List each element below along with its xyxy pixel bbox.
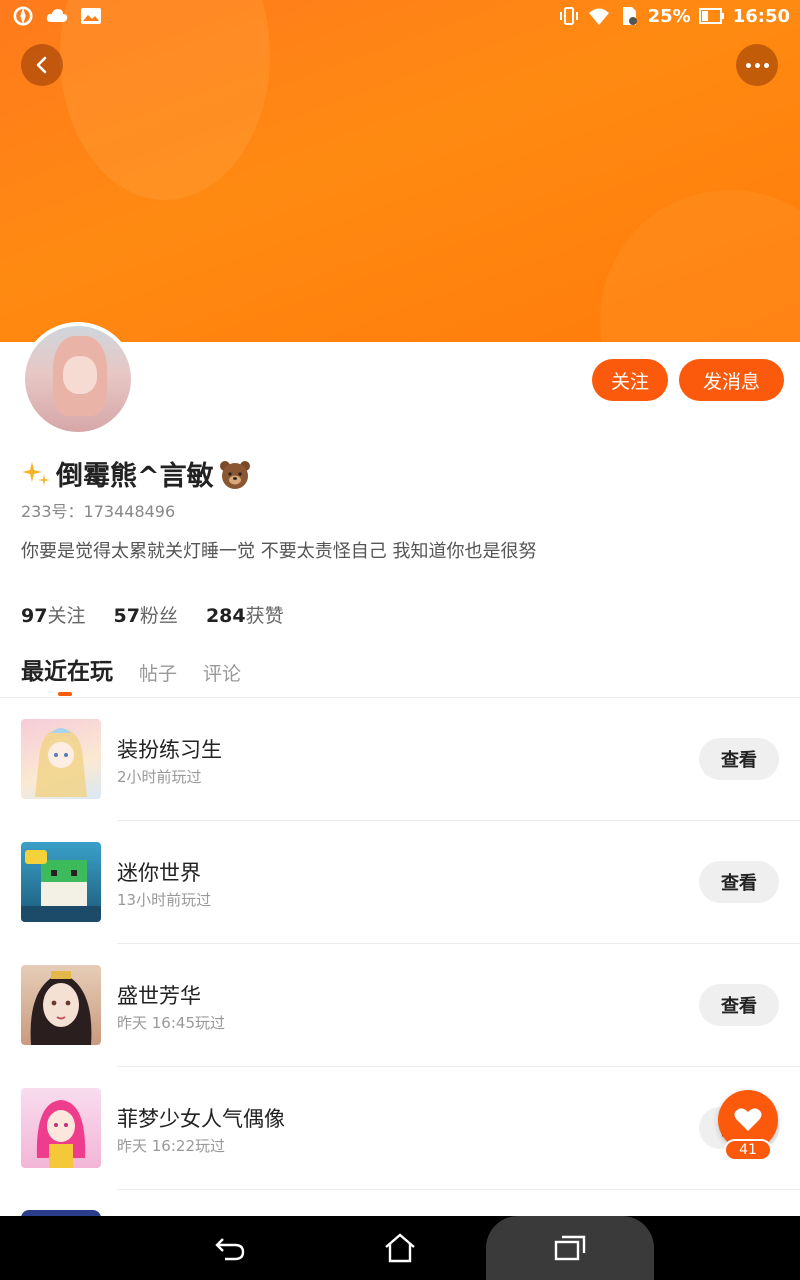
profile-stats: 97关注 57粉丝 284获赞 — [21, 601, 284, 628]
cloud-icon — [46, 9, 68, 22]
following-stat[interactable]: 97关注 — [21, 601, 85, 628]
tab-indicator — [58, 692, 72, 696]
list-item[interactable]: 迷你世界 13小时前玩过 查看 — [0, 821, 800, 944]
banner-decoration — [600, 190, 800, 342]
recents-icon — [554, 1235, 586, 1261]
game-thumbnail — [21, 965, 101, 1045]
profile-banner — [0, 0, 800, 342]
tab-posts[interactable]: 帖子 — [139, 659, 177, 686]
send-message-button[interactable]: 发消息 — [679, 359, 784, 401]
recent-games-list: 装扮练习生 2小时前玩过 查看 迷你世界 13小时前玩过 查看 盛世芳华 昨天 … — [0, 698, 800, 1190]
game-title: 盛世芳华 — [117, 984, 201, 1008]
following-label: 关注 — [47, 605, 86, 627]
avatar[interactable] — [21, 322, 135, 436]
nickname: 倒霉熊^言敏 — [20, 454, 252, 493]
battery-percent: 25% — [647, 5, 691, 27]
tab-recently-played[interactable]: 最近在玩 — [21, 652, 113, 686]
vibrate-icon — [559, 7, 578, 25]
sim-icon — [622, 7, 637, 25]
divider — [117, 1189, 800, 1190]
nickname-text: 倒霉熊^言敏 — [56, 461, 214, 492]
nav-recents-button[interactable] — [548, 1226, 592, 1270]
played-time: 2小时前玩过 — [117, 768, 202, 786]
more-button[interactable] — [736, 44, 778, 86]
following-count: 97 — [21, 605, 48, 627]
back-button[interactable] — [21, 44, 63, 86]
avatar-image — [25, 326, 131, 432]
bear-face-icon — [219, 460, 250, 489]
likes-count: 284 — [205, 605, 246, 627]
game-thumbnail — [21, 842, 101, 922]
sparkle-icon — [22, 461, 50, 486]
heart-icon — [734, 1108, 762, 1131]
tab-comments[interactable]: 评论 — [203, 659, 241, 686]
followers-label: 粉丝 — [139, 605, 178, 627]
image-icon — [81, 8, 101, 24]
game-title: 装扮练习生 — [117, 738, 222, 762]
wifi-icon — [588, 8, 609, 25]
followers-stat[interactable]: 57粉丝 — [113, 601, 177, 628]
like-count-badge: 41 — [724, 1139, 772, 1161]
nav-home-button[interactable] — [378, 1226, 422, 1270]
view-button[interactable]: 查看 — [699, 984, 779, 1026]
game-title: 迷你世界 — [117, 861, 201, 885]
likes-label: 获赞 — [245, 605, 284, 627]
profile-tabs: 最近在玩 帖子 评论 — [21, 652, 241, 686]
played-time: 13小时前玩过 — [117, 891, 212, 909]
status-bar: 25% 16:50 — [0, 0, 800, 36]
app-notification-icon — [13, 6, 33, 26]
chevron-left-icon — [36, 56, 47, 74]
user-id: 233号：173448496 — [21, 502, 176, 521]
list-item[interactable]: 装扮练习生 2小时前玩过 查看 — [0, 698, 800, 821]
view-button[interactable]: 查看 — [699, 738, 779, 780]
clock: 16:50 — [732, 5, 790, 27]
battery-icon — [698, 8, 724, 24]
played-time: 昨天 16:22玩过 — [117, 1137, 225, 1155]
user-bio: 你要是觉得太累就关灯睡一觉 不要太责怪自己 我知道你也是很努 — [21, 541, 537, 562]
list-item[interactable]: 菲梦少女人气偶像 昨天 16:22玩过 查看 — [0, 1067, 800, 1190]
back-arrow-icon — [215, 1238, 245, 1261]
follow-button[interactable]: 关注 — [592, 359, 668, 401]
home-icon — [385, 1233, 415, 1263]
more-dots-icon — [745, 62, 769, 68]
likes-stat: 284获赞 — [206, 601, 284, 628]
view-button[interactable]: 查看 — [699, 861, 779, 903]
list-item[interactable]: 盛世芳华 昨天 16:45玩过 查看 — [0, 944, 800, 1067]
game-thumbnail — [21, 1088, 101, 1168]
followers-count: 57 — [113, 605, 140, 627]
game-title: 菲梦少女人气偶像 — [117, 1107, 285, 1131]
game-thumbnail — [21, 719, 101, 799]
played-time: 昨天 16:45玩过 — [117, 1014, 225, 1032]
nav-back-button[interactable] — [208, 1226, 252, 1270]
